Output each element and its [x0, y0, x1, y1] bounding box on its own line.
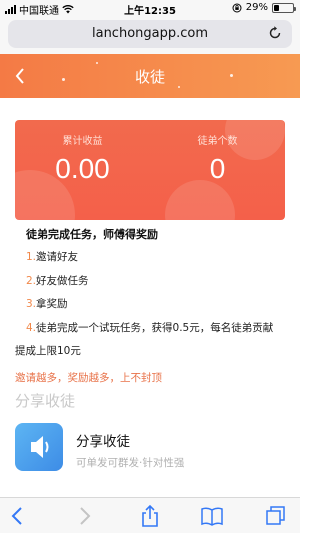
task-item: 1.邀请好友 [26, 249, 78, 264]
decor-bubble [165, 180, 235, 220]
task-text: 邀请好友 [36, 251, 79, 263]
task-number: 2. [26, 275, 37, 287]
share-title[interactable]: 分享收徒 [76, 430, 130, 450]
task-number: 4. [26, 322, 37, 334]
share-app-button[interactable] [15, 423, 63, 471]
apprentice-label: 徒弟个数 [197, 136, 238, 147]
page-title: 收徒 [134, 68, 165, 86]
task-item: 3.拿奖励 [26, 296, 68, 311]
invite-slogan: 邀请越多，奖励越多，上不封顶 [15, 372, 162, 384]
apprentice-column: 徒弟个数 0 [150, 132, 285, 185]
status-bar: 中国联通 上午12:35 29% [0, 0, 300, 17]
browser-toolbar [0, 497, 300, 533]
speaker-icon [31, 436, 49, 458]
earnings-label: 累计收益 [62, 136, 103, 147]
earnings-value: 0.00 [55, 153, 110, 184]
task-item-continued: 提成上限10元 [15, 345, 81, 357]
book-icon[interactable] [200, 504, 224, 528]
earnings-column: 累计收益 0.00 [15, 132, 150, 185]
battery-percent: 29% [245, 2, 268, 13]
back-nav-icon[interactable] [6, 504, 30, 528]
decor-dot [96, 62, 98, 64]
task-text: 徒弟完成一个试玩任务，获得0.5元，每名徒弟贡献 [36, 322, 274, 334]
url-field[interactable]: lanchongapp.com [8, 20, 292, 48]
battery-fill [274, 4, 280, 11]
tasks-title: 徒弟完成任务，师傅得奖励 [26, 228, 158, 241]
task-number: 3. [26, 298, 37, 310]
tabs-icon[interactable] [264, 504, 288, 528]
address-bar-area: lanchongapp.com [0, 16, 300, 54]
share-subtitle: 可单发可群发·针对性强 [76, 457, 185, 469]
earnings-card: 累计收益 0.00 徒弟个数 0 [15, 120, 285, 220]
share-section-heading: 分享收徒 [15, 392, 76, 410]
task-item: 2.好友做任务 [26, 273, 89, 288]
chevron-right-icon[interactable] [72, 504, 96, 528]
apprentice-value: 0 [209, 153, 226, 184]
url-text: lanchongapp.com [91, 26, 209, 41]
task-text: 好友做任务 [36, 275, 89, 287]
battery-icon [272, 2, 296, 13]
task-number: 1. [26, 251, 37, 263]
app-header: 收徒 [0, 54, 300, 98]
task-item: 4.徒弟完成一个试玩任务，获得0.5元，每名徒弟贡献 [26, 320, 273, 335]
status-right: 29% [232, 2, 296, 13]
share-icon[interactable] [138, 504, 162, 528]
orientation-lock-icon [232, 3, 242, 12]
task-text: 拿奖励 [36, 298, 68, 310]
reload-icon[interactable] [266, 24, 284, 42]
